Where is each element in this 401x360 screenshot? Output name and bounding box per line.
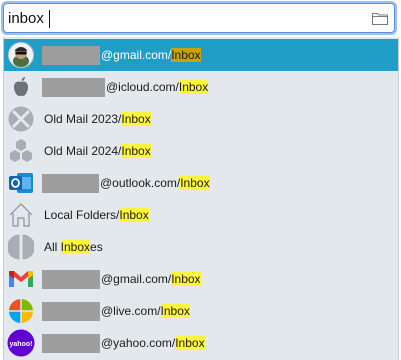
gmail-icon <box>7 266 35 292</box>
result-label: Old Mail 2023/Inbox <box>44 112 151 126</box>
result-row[interactable]: @outlook.com/Inbox <box>4 167 398 199</box>
redacted-account <box>42 270 100 289</box>
apple-icon <box>7 74 35 100</box>
result-row[interactable]: @icloud.com/Inbox <box>4 71 398 103</box>
search-field[interactable] <box>3 3 395 33</box>
folder-icon[interactable] <box>371 10 389 26</box>
half-circle-icon <box>7 234 35 260</box>
result-label: Old Mail 2024/Inbox <box>44 144 151 158</box>
result-label: @gmail.com/Inbox <box>101 48 201 62</box>
result-row[interactable]: @gmail.com/Inbox <box>4 263 398 295</box>
redacted-account <box>42 302 100 321</box>
result-label: @yahoo.com/Inbox <box>101 336 205 350</box>
result-label: Local Folders/Inbox <box>44 208 149 222</box>
result-label: All Inboxes <box>44 240 103 254</box>
result-row[interactable]: yahoo! @yahoo.com/Inbox <box>4 327 398 359</box>
result-row[interactable]: @gmail.com/Inbox <box>4 39 398 71</box>
results-dropdown: @gmail.com/Inbox @icloud.com/Inbox Old M… <box>3 37 399 360</box>
result-label: @icloud.com/Inbox <box>106 80 209 94</box>
result-label: @gmail.com/Inbox <box>101 272 201 286</box>
result-label: @outlook.com/Inbox <box>100 176 210 190</box>
redacted-account <box>42 78 105 97</box>
text-caret <box>49 10 50 28</box>
microsoft-icon <box>7 298 35 324</box>
result-row[interactable]: Old Mail 2023/Inbox <box>4 103 398 135</box>
redacted-account <box>42 46 100 65</box>
redacted-account <box>42 334 100 353</box>
result-row[interactable]: Local Folders/Inbox <box>4 199 398 231</box>
outlook-icon <box>7 170 35 196</box>
house-icon <box>7 202 35 228</box>
x-circle-icon <box>7 106 35 132</box>
redacted-account <box>42 174 99 193</box>
result-row[interactable]: All Inboxes <box>4 231 398 263</box>
hexagon-cluster-icon <box>7 138 35 164</box>
result-row[interactable]: Old Mail 2024/Inbox <box>4 135 398 167</box>
yahoo-logo-text: yahoo! <box>10 341 33 348</box>
result-label: @live.com/Inbox <box>101 304 190 318</box>
search-input[interactable] <box>8 9 348 29</box>
yahoo-icon: yahoo! <box>7 329 35 357</box>
avatar-icon <box>7 42 35 68</box>
result-row[interactable]: @live.com/Inbox <box>4 295 398 327</box>
